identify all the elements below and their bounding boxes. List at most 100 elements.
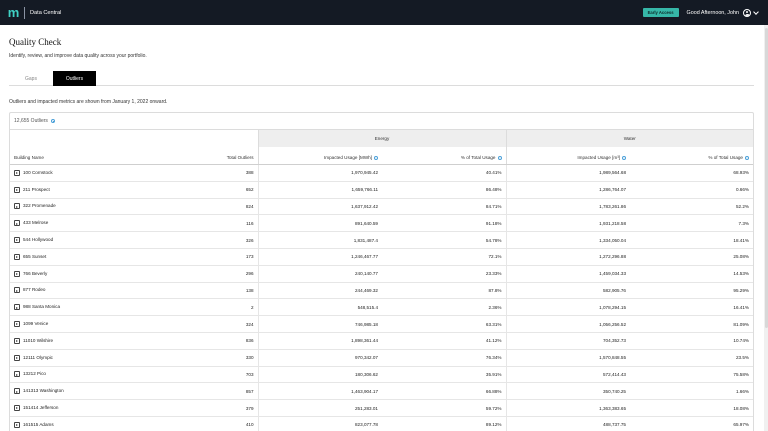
expand-row-icon[interactable] <box>14 304 20 311</box>
water-impacted-cell: 572,414.43 <box>505 366 630 384</box>
building-cell[interactable]: 544 Hollywood <box>10 231 134 249</box>
expand-row-icon[interactable] <box>14 186 20 193</box>
building-cell[interactable]: 141313 Washington <box>10 382 134 401</box>
expand-row-icon[interactable] <box>14 220 20 227</box>
table-row[interactable]: 11010 Wilshire 836 1,898,361.44 41.12% 704,3… <box>10 332 753 350</box>
column-header-water-pct-label: % of Total Usage <box>708 155 743 160</box>
top-bar: m Data Central Early Access Good Afterno… <box>0 0 768 25</box>
column-header-water-impacted[interactable]: Impacted Usage [m³] <box>505 146 630 165</box>
water-impacted-cell: 582,905.76 <box>505 282 630 300</box>
building-cell[interactable]: 11010 Wilshire <box>10 332 134 350</box>
water-impacted-cell: 1,931,218.58 <box>505 214 630 233</box>
water-impacted-cell: 1,078,294.15 <box>505 298 630 317</box>
date-range-note: Outliers and impacted metrics are shown … <box>9 99 168 105</box>
expand-row-icon[interactable] <box>14 203 20 210</box>
table-row[interactable]: 433 Melrose 116 891,640.59 91.18% 1,931,218.… <box>10 214 753 233</box>
expand-row-icon[interactable] <box>14 321 20 328</box>
water-impacted-cell: 1,570,848.55 <box>505 349 630 367</box>
expand-row-icon[interactable] <box>14 405 20 412</box>
table-row[interactable]: 151414 Jefferson 379 251,283.01 59.72% 1,363… <box>10 399 753 417</box>
info-icon[interactable] <box>497 155 502 160</box>
divider <box>24 6 25 19</box>
expand-row-icon[interactable] <box>14 337 20 344</box>
table-row[interactable]: 13212 Pico 703 180,306.62 35.91% 572,414.43 7… <box>10 366 753 384</box>
energy-pct-cell: 23.33% <box>382 265 506 283</box>
expand-row-icon[interactable] <box>14 354 20 361</box>
info-icon[interactable] <box>50 119 55 123</box>
building-cell[interactable]: 12111 Olympic <box>10 349 134 367</box>
building-cell[interactable]: 100 Cornstock <box>10 164 134 182</box>
expand-row-icon[interactable] <box>14 287 20 294</box>
total-outliers-cell: 857 <box>134 382 258 401</box>
building-name: 544 Hollywood <box>23 237 54 243</box>
app-logo[interactable]: m <box>7 6 20 19</box>
info-icon[interactable] <box>622 155 626 160</box>
group-header-blank <box>134 129 258 147</box>
tab-outliers[interactable]: Outliers <box>53 71 96 86</box>
table-row[interactable]: 161515 Adams 410 823,077.78 89.12% 488,737.7… <box>10 416 753 431</box>
expand-row-icon[interactable] <box>14 270 20 277</box>
energy-impacted-cell: 180,306.62 <box>257 366 382 384</box>
energy-pct-cell: 59.72% <box>382 399 506 417</box>
building-cell[interactable]: 433 Melrose <box>10 214 134 233</box>
table-row[interactable]: 544 Hollywood 326 1,831,487.4 54.78% 1,334,0… <box>10 231 753 249</box>
info-icon[interactable] <box>374 155 378 160</box>
expand-row-icon[interactable] <box>14 421 20 428</box>
building-name: 141313 Washington <box>23 388 64 394</box>
expand-row-icon[interactable] <box>14 371 20 378</box>
table-row[interactable]: 100 Cornstock 388 1,970,945.42 40.41% 1,989,… <box>10 164 753 182</box>
total-outliers-cell: 652 <box>134 181 258 199</box>
expand-row-icon[interactable] <box>14 169 20 176</box>
table-row[interactable]: 12111 Olympic 330 970,342.07 76.34% 1,570,84… <box>10 349 753 367</box>
building-cell[interactable]: 151414 Jefferson <box>10 399 134 417</box>
building-cell[interactable]: 988 Santa Monica <box>10 298 134 317</box>
energy-pct-cell: 89.12% <box>382 416 506 431</box>
water-pct-cell: 23.5% <box>630 349 753 367</box>
table-row[interactable]: 655 Sunset 173 1,246,467.77 72.1% 1,272,296.… <box>10 248 753 266</box>
building-cell[interactable]: 766 Beverly <box>10 265 134 283</box>
chevron-down-icon[interactable] <box>753 8 759 15</box>
energy-impacted-cell: 1,246,467.77 <box>257 248 382 266</box>
column-header-water-pct[interactable]: % of Total Usage <box>630 146 753 165</box>
tab-gaps[interactable]: Gaps <box>9 71 53 86</box>
energy-impacted-cell: 823,077.78 <box>257 416 382 431</box>
column-header-energy-impacted[interactable]: Impacted Usage [MWh] <box>257 146 382 165</box>
building-cell[interactable]: 211 Prospect <box>10 181 134 199</box>
building-cell[interactable]: 161515 Adams <box>10 416 134 431</box>
column-header-energy-pct[interactable]: % of Total Usage <box>382 146 506 165</box>
building-name: 988 Santa Monica <box>23 304 61 310</box>
water-impacted-cell: 1,056,256.52 <box>505 315 630 333</box>
expand-row-icon[interactable] <box>14 237 20 244</box>
building-cell[interactable]: 13212 Pico <box>10 366 134 384</box>
outlier-count-label: 12,655 Outliers <box>14 118 48 124</box>
table-row[interactable]: 1099 Venice 324 746,985.18 63.31% 1,056,256.… <box>10 315 753 333</box>
table-row[interactable]: 211 Prospect 652 1,659,766.11 86.48% 1,286,7… <box>10 181 753 199</box>
column-header-total-outliers[interactable]: Total Outliers <box>134 146 258 165</box>
table-row[interactable]: 877 Rodeo 138 244,469.32 87.8% 582,905.76 95.… <box>10 282 753 300</box>
greeting-text: Good Afternoon, John <box>686 9 739 16</box>
energy-impacted-cell: 891,640.59 <box>257 214 382 233</box>
building-cell[interactable]: 877 Rodeo <box>10 282 134 300</box>
table-row[interactable]: 322 Promenade 824 1,637,912.42 84.71% 1,783,… <box>10 198 753 216</box>
energy-pct-cell: 84.71% <box>382 198 506 216</box>
water-pct-cell: 10.74% <box>630 332 753 350</box>
energy-impacted-cell: 1,898,361.44 <box>257 332 382 350</box>
outliers-table-card: 12,655 Outliers Energy Water Building Na… <box>9 112 754 431</box>
table-row[interactable]: 988 Santa Monica 2 548,515.4 2.36% 1,078,294… <box>10 298 753 317</box>
user-area: Early Access Good Afternoon, John <box>642 8 759 17</box>
early-access-badge[interactable]: Early Access <box>642 8 679 17</box>
user-avatar-icon[interactable] <box>743 8 751 17</box>
table-row[interactable]: 141313 Washington 857 1,463,904.17 66.88% 35… <box>10 382 753 401</box>
column-header-building[interactable]: Building Name <box>10 146 134 165</box>
expand-row-icon[interactable] <box>14 253 20 260</box>
building-name: 13212 Pico <box>23 371 46 377</box>
info-icon[interactable] <box>745 155 749 160</box>
building-cell[interactable]: 322 Promenade <box>10 198 134 216</box>
water-impacted-cell: 1,459,034.33 <box>505 265 630 283</box>
expand-row-icon[interactable] <box>14 388 20 395</box>
building-cell[interactable]: 1099 Venice <box>10 315 134 333</box>
table-row[interactable]: 766 Beverly 296 240,140.77 23.33% 1,459,034.… <box>10 265 753 283</box>
energy-pct-cell: 91.18% <box>382 214 506 233</box>
building-cell[interactable]: 655 Sunset <box>10 248 134 266</box>
energy-pct-cell: 2.36% <box>382 298 506 317</box>
